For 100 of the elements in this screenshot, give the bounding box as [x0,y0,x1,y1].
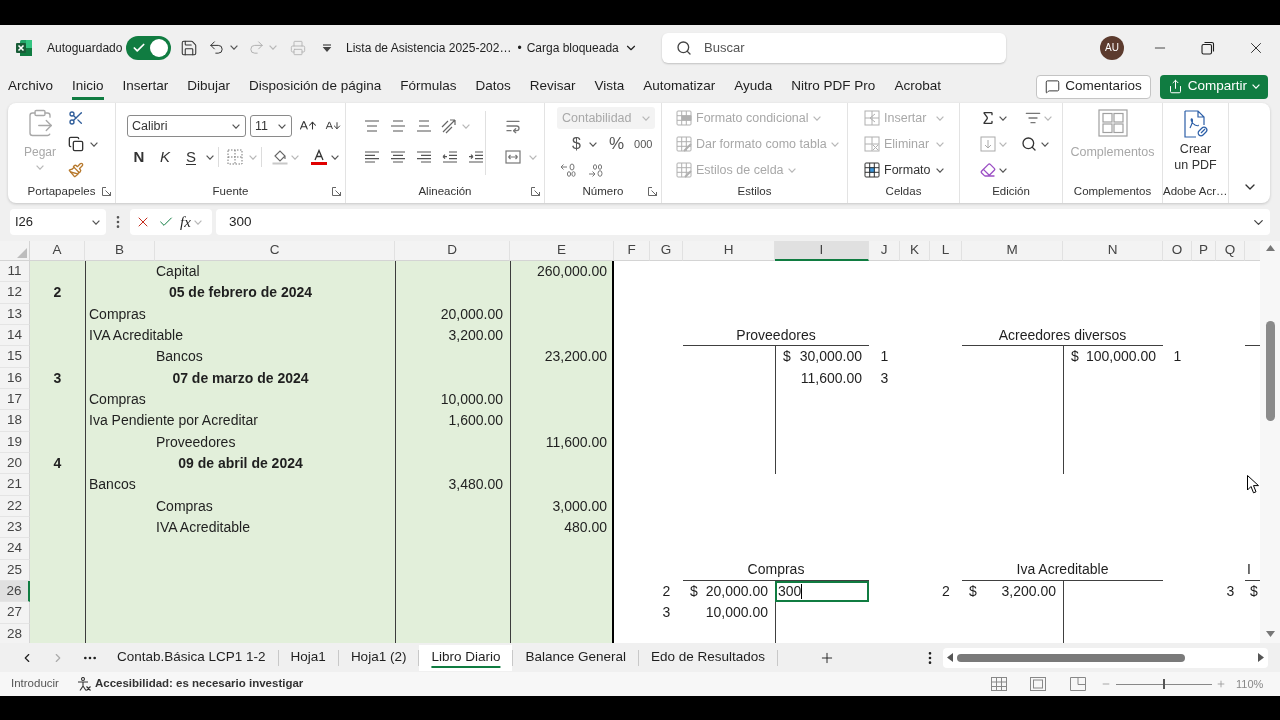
accessibility-icon[interactable] [76,677,91,691]
increase-decimal-icon[interactable] [588,163,604,177]
page-layout-icon[interactable] [1030,677,1046,691]
autosave-toggle[interactable] [126,35,172,60]
scroll-left-icon[interactable] [947,653,953,662]
caret-icon[interactable] [230,45,239,50]
row-header[interactable]: 26 [0,580,30,603]
scrollbar-thumb[interactable] [957,653,1185,662]
page-break-icon[interactable] [1070,677,1086,691]
scroll-right-icon[interactable] [1258,653,1264,662]
filter-icon[interactable] [1025,110,1041,126]
align-center-icon[interactable] [390,151,406,163]
cells-menu-button[interactable]: Formato [864,157,944,183]
column-header[interactable]: K [900,241,930,261]
dialog-launcher-icon[interactable] [102,187,111,197]
menu-tab[interactable]: Vista [594,72,625,101]
font-color-icon[interactable] [311,149,327,165]
caret-icon[interactable] [999,167,1007,173]
dialog-launcher-icon[interactable] [648,187,657,197]
italic-button[interactable]: K [153,145,177,169]
percent-button[interactable]: % [608,131,625,157]
font-name-dropdown[interactable]: Calibri [127,115,246,137]
menu-tab[interactable]: Insertar [122,72,169,101]
thousands-button[interactable]: 000 [634,135,653,153]
column-header[interactable]: L [930,241,962,261]
app-logo-icon[interactable] [15,38,33,57]
column-header[interactable]: O [1163,241,1192,261]
zoom-slider[interactable] [1116,679,1212,689]
menu-tab[interactable]: Inicio [72,72,104,101]
eraser-icon[interactable] [980,162,996,178]
caret-icon[interactable] [331,154,339,160]
caret-icon[interactable] [278,123,286,129]
format-cells-icon[interactable] [864,162,880,178]
search-field[interactable]: Buscar [662,32,1006,63]
column-header[interactable]: N [1063,241,1163,261]
formula-field[interactable]: 300 [216,209,1270,235]
sheet-tab[interactable]: Libro Diario [419,644,513,671]
create-pdf-button[interactable]: Crear un PDF [1163,103,1228,183]
align-right-icon[interactable] [416,151,432,163]
caret-icon[interactable] [588,141,597,147]
pdf-document-icon[interactable] [1182,110,1209,138]
menu-tab[interactable]: Dibujar [187,72,231,101]
sheet-tab[interactable]: Contab.Básica LCP1 1-2 [105,644,278,671]
caret-icon[interactable] [232,123,240,129]
caret-icon[interactable] [999,115,1007,121]
share-button[interactable]: Compartir [1159,74,1268,99]
dialog-launcher-icon[interactable] [332,187,341,197]
undo-icon[interactable] [208,39,226,56]
caret-icon[interactable] [206,154,214,160]
sheet-tab[interactable]: Hoja1 (2) [338,644,419,671]
sheet-tab[interactable]: Balance General [513,644,638,671]
menu-tab[interactable]: Disposición de página [249,72,382,101]
menu-tab[interactable]: Nitro PDF Pro [791,72,876,101]
menu-tab[interactable]: Revisar [529,72,576,101]
sheet-tab[interactable]: Edo de Resultados [639,644,778,671]
caret-icon[interactable] [1041,141,1049,147]
avatar[interactable]: AU [1100,35,1124,60]
menu-tab[interactable]: Ayuda [734,72,773,101]
scrollbar-thumb[interactable] [1265,321,1275,421]
accessibility-status[interactable]: Accesibilidad: es necesario investigar [94,675,304,693]
search-icon[interactable] [1021,136,1037,152]
currency-button[interactable]: $ [572,132,581,156]
font-size-dropdown[interactable]: 11 [250,115,292,137]
normal-view-icon[interactable] [991,677,1007,691]
column-header[interactable]: P [1192,241,1216,261]
caret-icon[interactable] [936,167,944,173]
column-header[interactable]: M [962,241,1063,261]
dialog-launcher-icon[interactable] [531,187,540,197]
fill-color-icon[interactable] [272,149,288,165]
paintbrush-icon[interactable] [68,162,84,178]
menu-tab[interactable]: Acrobat [894,72,941,101]
menu-tab[interactable]: Automatizar [643,72,716,101]
name-box[interactable]: I26 [10,209,106,235]
underline-button[interactable]: S [179,145,203,169]
menu-tab[interactable]: Archivo [8,72,53,101]
scroll-down-icon[interactable] [1265,631,1275,637]
column-header[interactable]: I [775,241,869,261]
scissors-icon[interactable] [68,110,84,126]
decrease-decimal-icon[interactable] [560,163,576,177]
vertical-scrollbar[interactable] [1260,241,1280,643]
restore-icon[interactable] [1201,40,1215,55]
scroll-up-icon[interactable] [1265,245,1275,251]
insert-function-button[interactable]: fx [180,210,191,234]
increase-indent-icon[interactable] [468,151,484,163]
bold-button[interactable]: N [127,145,151,169]
column-header[interactable]: F [614,241,650,261]
wrap-text-icon[interactable] [505,118,521,134]
cell-editor[interactable]: 300 [775,580,869,603]
dropdown-arrow-icon[interactable] [322,43,333,52]
caret-icon[interactable] [92,219,100,225]
caret-icon[interactable] [90,141,98,147]
column-header[interactable]: G [650,241,683,261]
align-left-icon[interactable] [364,151,380,163]
horizontal-scrollbar[interactable] [943,647,1268,668]
menu-tab[interactable]: Fórmulas [400,72,457,101]
decrease-indent-icon[interactable] [442,151,458,163]
comments-button[interactable]: Comentarios [1036,74,1151,99]
sigma-icon[interactable] [980,110,996,126]
save-icon[interactable] [180,38,199,57]
merge-cells-icon[interactable] [505,150,521,164]
